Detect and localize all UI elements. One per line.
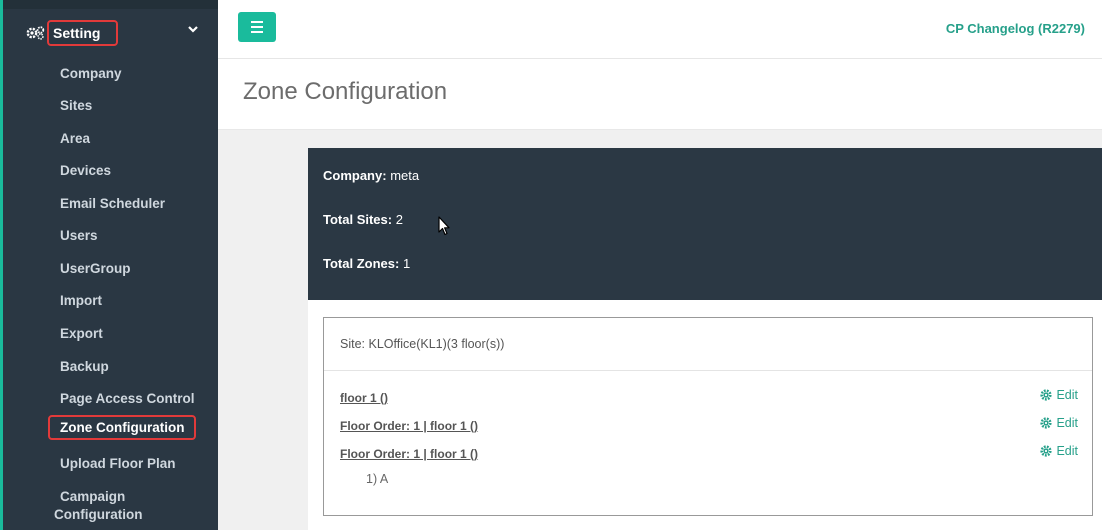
sidebar-item-email-scheduler[interactable]: Email Scheduler — [60, 196, 165, 211]
edit-button-3[interactable]: Edit — [1040, 444, 1078, 458]
sidebar-item-users[interactable]: Users — [60, 228, 98, 243]
summary-zones-value: 1 — [402, 256, 411, 271]
page-header: Zone Configuration — [218, 59, 1102, 130]
chevron-down-icon[interactable] — [187, 23, 199, 35]
changelog-link[interactable]: CP Changelog (R2279) — [946, 21, 1085, 36]
hamburger-icon-bar-2 — [251, 26, 263, 28]
sidebar-item-area[interactable]: Area — [60, 131, 90, 146]
zone-item[interactable]: 1) A — [366, 472, 388, 486]
sidebar: Setting Company Sites Area Devices Email… — [0, 0, 218, 530]
mouse-cursor-icon — [438, 216, 450, 236]
summary-sites-label: Total Sites: — [323, 212, 393, 227]
campaign-label-line2: Configuration — [54, 507, 143, 522]
floor-link-3[interactable]: Floor Order: 1 | floor 1 () — [340, 447, 478, 461]
sidebar-accent-bar — [0, 0, 3, 530]
floor-link-1[interactable]: floor 1 () — [340, 391, 388, 405]
sidebar-section-setting[interactable]: Setting — [26, 20, 206, 46]
cog-icon — [1040, 417, 1053, 429]
cog-icon — [1040, 445, 1053, 457]
campaign-label-line1: Campaign — [60, 489, 126, 504]
edit-label-1: Edit — [1056, 388, 1078, 402]
gears-icon — [26, 26, 45, 40]
sidebar-item-company[interactable]: Company — [60, 66, 122, 81]
sidebar-item-usergroup[interactable]: UserGroup — [60, 261, 131, 276]
summary-company-value: meta — [390, 168, 420, 183]
summary-total-sites: Total Sites: 2 — [323, 212, 403, 227]
page-title: Zone Configuration — [243, 78, 448, 105]
menu-toggle-button[interactable] — [238, 12, 276, 42]
summary-sites-value: 2 — [395, 212, 403, 227]
sidebar-item-zone-configuration[interactable]: Zone Configuration — [48, 415, 197, 440]
sidebar-item-sites[interactable]: Sites — [60, 98, 92, 113]
summary-company-label: Company: — [323, 168, 387, 183]
summary-panel: Company: meta Total Sites: 2 Total Zones… — [308, 148, 1102, 300]
site-panel: Site: KLOffice(KL1)(3 floor(s)) floor 1 … — [323, 317, 1093, 516]
sidebar-item-backup[interactable]: Backup — [60, 359, 109, 374]
floor-link-2[interactable]: Floor Order: 1 | floor 1 () — [340, 419, 478, 433]
edit-button-1[interactable]: Edit — [1040, 388, 1078, 402]
site-panel-header: Site: KLOffice(KL1)(3 floor(s)) — [324, 318, 1092, 371]
setting-label: Setting — [47, 20, 119, 46]
sidebar-item-page-access-control[interactable]: Page Access Control — [60, 391, 195, 406]
cog-icon — [1040, 389, 1053, 401]
hamburger-icon — [251, 21, 263, 23]
summary-total-zones: Total Zones: 1 — [323, 256, 410, 271]
sidebar-item-upload-floor-plan[interactable]: Upload Floor Plan — [60, 456, 176, 471]
sidebar-item-campaign-configuration[interactable]: Campaign Configuration — [54, 488, 194, 524]
hamburger-icon-bar-3 — [251, 31, 263, 33]
top-bar: CP Changelog (R2279) — [218, 0, 1102, 59]
sidebar-item-devices[interactable]: Devices — [60, 163, 111, 178]
summary-company: Company: meta — [323, 168, 419, 183]
summary-zones-label: Total Zones: — [323, 256, 400, 271]
edit-button-2[interactable]: Edit — [1040, 416, 1078, 430]
sidebar-top-strip — [0, 0, 218, 9]
edit-label-2: Edit — [1056, 416, 1078, 430]
site-title: Site: KLOffice(KL1)(3 floor(s)) — [340, 337, 505, 351]
edit-label-3: Edit — [1056, 444, 1078, 458]
sidebar-item-export[interactable]: Export — [60, 326, 103, 341]
sidebar-item-import[interactable]: Import — [60, 293, 102, 308]
